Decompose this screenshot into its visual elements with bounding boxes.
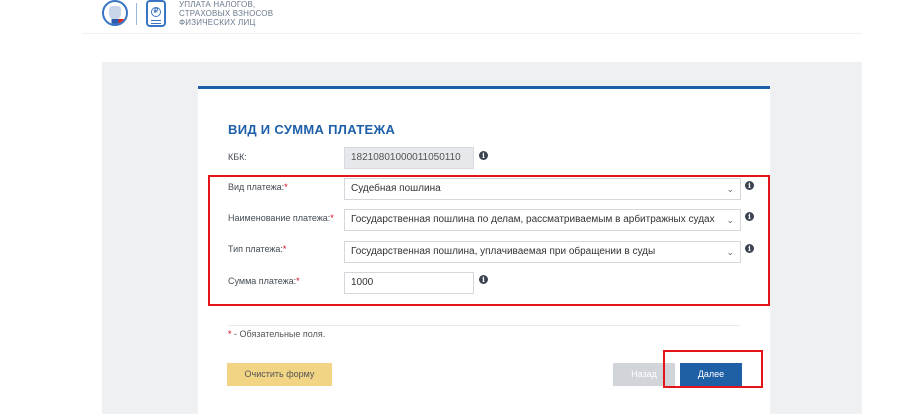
kbk-label: КБК:: [228, 152, 247, 162]
clear-form-button[interactable]: Очистить форму: [227, 363, 332, 386]
next-button-highlight: [663, 350, 763, 388]
form-divider: [228, 325, 740, 326]
required-fields-note: * - Обязательные поля.: [228, 329, 326, 339]
service-name: УПЛАТА НАЛОГОВ, СТРАХОВЫХ ВЗНОСОВ ФИЗИЧЕ…: [179, 0, 273, 27]
ruble-coin-icon: ₽: [151, 7, 161, 17]
header: ₽ УПЛАТА НАЛОГОВ, СТРАХОВЫХ ВЗНОСОВ ФИЗИ…: [82, 0, 862, 34]
kbk-info-icon[interactable]: i: [479, 151, 488, 160]
fns-emblem-icon[interactable]: [102, 0, 128, 26]
service-name-line: ФИЗИЧЕСКИХ ЛИЦ: [179, 18, 256, 27]
form-title: ВИД И СУММА ПЛАТЕЖА: [228, 122, 396, 137]
service-name-line: СТРАХОВЫХ ВЗНОСОВ: [179, 9, 274, 18]
page: ₽ УПЛАТА НАЛОГОВ, СТРАХОВЫХ ВЗНОСОВ ФИЗИ…: [0, 0, 910, 414]
form-fields-highlight: [208, 175, 770, 306]
kbk-field: 18210801000011050110: [344, 147, 474, 169]
logo-divider: [136, 3, 137, 25]
phone-payment-icon: ₽: [146, 0, 166, 27]
service-name-line: УПЛАТА НАЛОГОВ,: [179, 0, 256, 9]
